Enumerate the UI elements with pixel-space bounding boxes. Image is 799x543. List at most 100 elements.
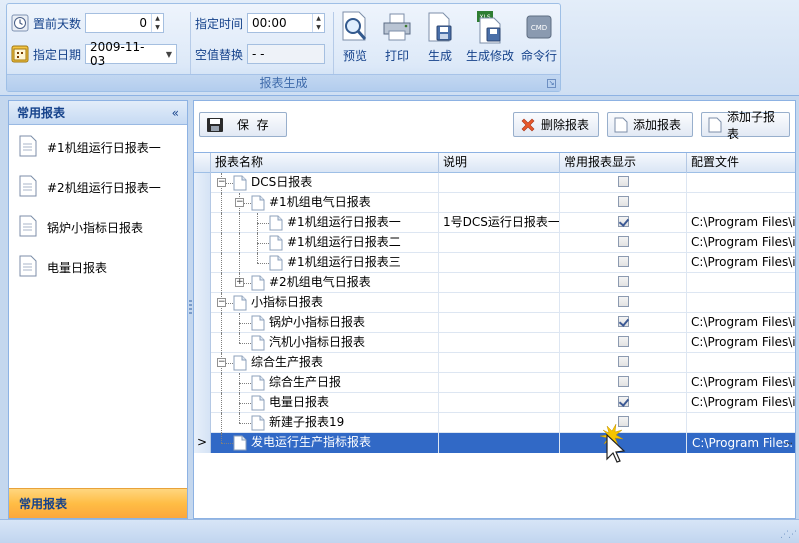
column-header-desc[interactable]: 说明 xyxy=(439,153,560,173)
stepper-arrows[interactable]: ▲ ▼ xyxy=(151,14,163,32)
report-name-cell[interactable]: − 综合生产报表 xyxy=(211,353,439,373)
column-header-file[interactable]: 配置文件 xyxy=(687,153,795,173)
row-indicator[interactable] xyxy=(194,213,211,233)
table-row[interactable]: + #2机组电气日报表 xyxy=(194,273,795,293)
column-header-show[interactable]: 常用报表显示 xyxy=(560,153,687,173)
favorite-toggle-cell[interactable] xyxy=(560,213,687,233)
report-name-cell[interactable]: − 小指标日报表 xyxy=(211,293,439,313)
add-report-button[interactable]: 添加报表 xyxy=(607,112,693,137)
favorite-toggle-cell[interactable] xyxy=(560,253,687,273)
description-cell[interactable] xyxy=(439,253,560,273)
table-row[interactable]: #1机组运行日报表二 C:\Program Files\iC... xyxy=(194,233,795,253)
collapse-node-icon[interactable]: − xyxy=(217,298,226,307)
favorite-item[interactable]: 锅炉小指标日报表 xyxy=(9,207,187,247)
command-line-button[interactable]: CMD 命令行 xyxy=(519,10,559,72)
description-cell[interactable] xyxy=(439,373,560,393)
row-indicator[interactable] xyxy=(194,393,211,413)
table-row[interactable]: 锅炉小指标日报表 C:\Program Files\iC... xyxy=(194,313,795,333)
row-indicator[interactable]: > xyxy=(194,433,211,453)
time-stepper[interactable]: 00:00 ▲ ▼ xyxy=(247,13,325,33)
row-indicator[interactable] xyxy=(194,373,211,393)
favorite-toggle-cell[interactable] xyxy=(560,193,687,213)
description-cell[interactable] xyxy=(439,413,560,433)
dialog-launcher-icon[interactable]: ↘ xyxy=(547,79,556,88)
favorite-checkbox[interactable] xyxy=(617,316,629,327)
config-file-cell[interactable] xyxy=(687,173,795,193)
report-name-cell[interactable]: − #1机组电气日报表 xyxy=(211,193,439,213)
favorite-checkbox[interactable] xyxy=(617,336,629,347)
config-file-cell[interactable] xyxy=(687,193,795,213)
generate-button[interactable]: 生成 xyxy=(423,10,457,72)
favorite-item[interactable]: #1机组运行日报表一 xyxy=(9,127,187,167)
table-row[interactable]: − 小指标日报表 xyxy=(194,293,795,313)
table-row[interactable]: 综合生产日报 C:\Program Files\iC... xyxy=(194,373,795,393)
row-indicator[interactable] xyxy=(194,313,211,333)
favorite-toggle-cell[interactable] xyxy=(560,373,687,393)
config-file-cell[interactable]: C:\Program Files\iC... xyxy=(687,393,795,413)
report-name-cell[interactable]: #1机组运行日报表三 xyxy=(211,253,439,273)
row-indicator[interactable] xyxy=(194,293,211,313)
delete-report-button[interactable]: 删除报表 xyxy=(513,112,599,137)
generate-modify-button[interactable]: XLS 生成修改 xyxy=(465,10,515,72)
description-cell[interactable] xyxy=(439,313,560,333)
favorite-toggle-cell[interactable] xyxy=(560,273,687,293)
report-name-cell[interactable]: + #2机组电气日报表 xyxy=(211,273,439,293)
favorite-toggle-cell[interactable] xyxy=(560,173,687,193)
favorite-toggle-cell[interactable] xyxy=(560,293,687,313)
date-picker[interactable]: 2009-11-03 ▼ xyxy=(85,40,177,68)
collapse-node-icon[interactable]: − xyxy=(217,358,226,367)
description-cell[interactable]: 1号DCS运行日报表一 xyxy=(439,213,560,233)
description-cell[interactable] xyxy=(439,233,560,253)
favorite-item[interactable]: #2机组运行日报表一 xyxy=(9,167,187,207)
config-file-cell[interactable]: C:\Program Files\iC... xyxy=(687,253,795,273)
browse-file-button[interactable]: ··· xyxy=(785,434,793,452)
table-row[interactable]: − #1机组电气日报表 xyxy=(194,193,795,213)
favorite-checkbox[interactable] xyxy=(617,396,629,407)
row-indicator[interactable] xyxy=(194,413,211,433)
report-name-cell[interactable]: #1机组运行日报表一 xyxy=(211,213,439,233)
favorite-checkbox[interactable] xyxy=(617,196,629,207)
description-cell[interactable] xyxy=(439,353,560,373)
report-name-cell[interactable]: 电量日报表 xyxy=(211,393,439,413)
row-indicator[interactable] xyxy=(194,193,211,213)
description-cell[interactable] xyxy=(439,433,560,453)
stepper-arrows[interactable]: ▲ ▼ xyxy=(312,14,324,32)
row-indicator[interactable] xyxy=(194,233,211,253)
favorite-checkbox[interactable] xyxy=(617,216,629,227)
collapse-node-icon[interactable]: − xyxy=(235,198,244,207)
config-file-cell[interactable] xyxy=(687,293,795,313)
favorite-checkbox[interactable] xyxy=(617,176,629,187)
favorite-checkbox[interactable] xyxy=(617,236,629,247)
row-indicator[interactable] xyxy=(194,353,211,373)
favorite-toggle-cell[interactable] xyxy=(560,333,687,353)
report-name-cell[interactable]: 发电运行生产指标报表 xyxy=(211,433,439,453)
table-row[interactable]: 新建子报表19 xyxy=(194,413,795,433)
config-file-cell[interactable]: C:\Program Files\iC... xyxy=(687,213,795,233)
preview-button[interactable]: 预览 xyxy=(338,10,372,72)
row-indicator[interactable] xyxy=(194,253,211,273)
favorite-checkbox[interactable] xyxy=(617,376,629,387)
table-row[interactable]: − 综合生产报表 xyxy=(194,353,795,373)
favorite-checkbox[interactable] xyxy=(617,276,629,287)
favorite-checkbox[interactable] xyxy=(617,256,629,267)
config-file-cell[interactable] xyxy=(687,353,795,373)
description-cell[interactable] xyxy=(439,393,560,413)
config-file-cell[interactable]: C:\Program Files\iC... xyxy=(687,313,795,333)
report-name-cell[interactable]: − DCS日报表 xyxy=(211,173,439,193)
favorites-tab[interactable]: 常用报表 xyxy=(9,488,187,518)
report-name-cell[interactable]: 锅炉小指标日报表 xyxy=(211,313,439,333)
report-name-cell[interactable]: 新建子报表19 xyxy=(211,413,439,433)
description-cell[interactable] xyxy=(439,293,560,313)
collapse-icon[interactable]: « xyxy=(172,106,179,120)
favorite-checkbox[interactable] xyxy=(617,356,629,367)
row-indicator[interactable] xyxy=(194,273,211,293)
description-cell[interactable] xyxy=(439,193,560,213)
report-name-cell[interactable]: 汽机小指标日报表 xyxy=(211,333,439,353)
print-button[interactable]: 打印 xyxy=(380,10,414,72)
table-row[interactable]: > 发电运行生产指标报表 C:\Program Files... ··· xyxy=(194,433,795,453)
config-file-cell[interactable]: C:\Program Files... ··· xyxy=(687,433,795,453)
table-row[interactable]: #1机组运行日报表三 C:\Program Files\iC... xyxy=(194,253,795,273)
expand-node-icon[interactable]: + xyxy=(235,278,244,287)
description-cell[interactable] xyxy=(439,173,560,193)
favorite-toggle-cell[interactable] xyxy=(560,233,687,253)
